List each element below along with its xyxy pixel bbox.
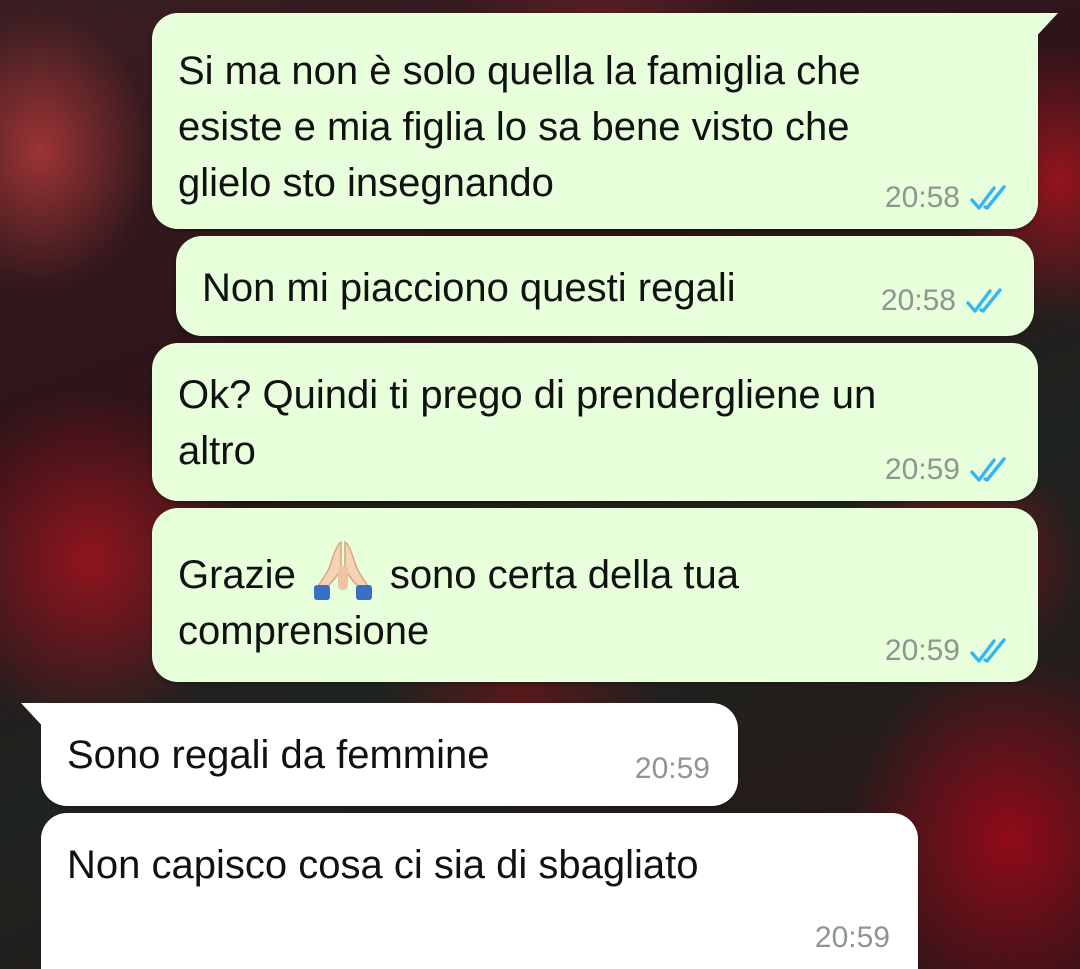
- outgoing-message[interactable]: Non mi piacciono questi regali 20:58: [176, 236, 1034, 336]
- message-time: 20:58: [884, 181, 960, 214]
- message-text: Non capisco cosa ci sia di sbagliato: [67, 843, 699, 887]
- double-check-icon: [970, 185, 1006, 210]
- bubble-tail: [21, 703, 47, 731]
- message-meta: 20:59: [885, 634, 1014, 668]
- message-time: 20:59: [884, 634, 960, 667]
- message-time: 20:59: [814, 921, 890, 954]
- folded-hands-icon: [313, 540, 372, 600]
- message-meta: 20:59: [815, 921, 890, 955]
- message-meta: 20:58: [881, 284, 1010, 318]
- outgoing-message[interactable]: Si ma non è solo quella la famiglia che …: [152, 13, 1058, 229]
- outgoing-message[interactable]: Ok? Quindi ti prego di prendergliene un …: [152, 343, 1038, 501]
- message-meta: 20:58: [885, 181, 1014, 215]
- message-time: 20:58: [880, 284, 956, 317]
- incoming-message[interactable]: Sono regali da femmine 20:59: [21, 703, 738, 806]
- message-time: 20:59: [634, 752, 710, 785]
- incoming-message[interactable]: Non capisco cosa ci sia di sbagliato 20:…: [41, 813, 918, 969]
- bubble-tail: [1032, 13, 1058, 41]
- message-text-part: Grazie: [178, 553, 296, 597]
- message-meta: 20:59: [635, 752, 710, 786]
- chat-area[interactable]: Si ma non è solo quella la famiglia che …: [0, 0, 1080, 969]
- message-time: 20:59: [884, 453, 960, 486]
- message-meta: 20:59: [885, 453, 1014, 487]
- double-check-icon: [966, 288, 1002, 313]
- message-text: Sono regali da femmine: [67, 733, 490, 777]
- double-check-icon: [970, 638, 1006, 663]
- double-check-icon: [970, 457, 1006, 482]
- outgoing-message[interactable]: Grazie sono certa della tua comprensione…: [152, 508, 1038, 682]
